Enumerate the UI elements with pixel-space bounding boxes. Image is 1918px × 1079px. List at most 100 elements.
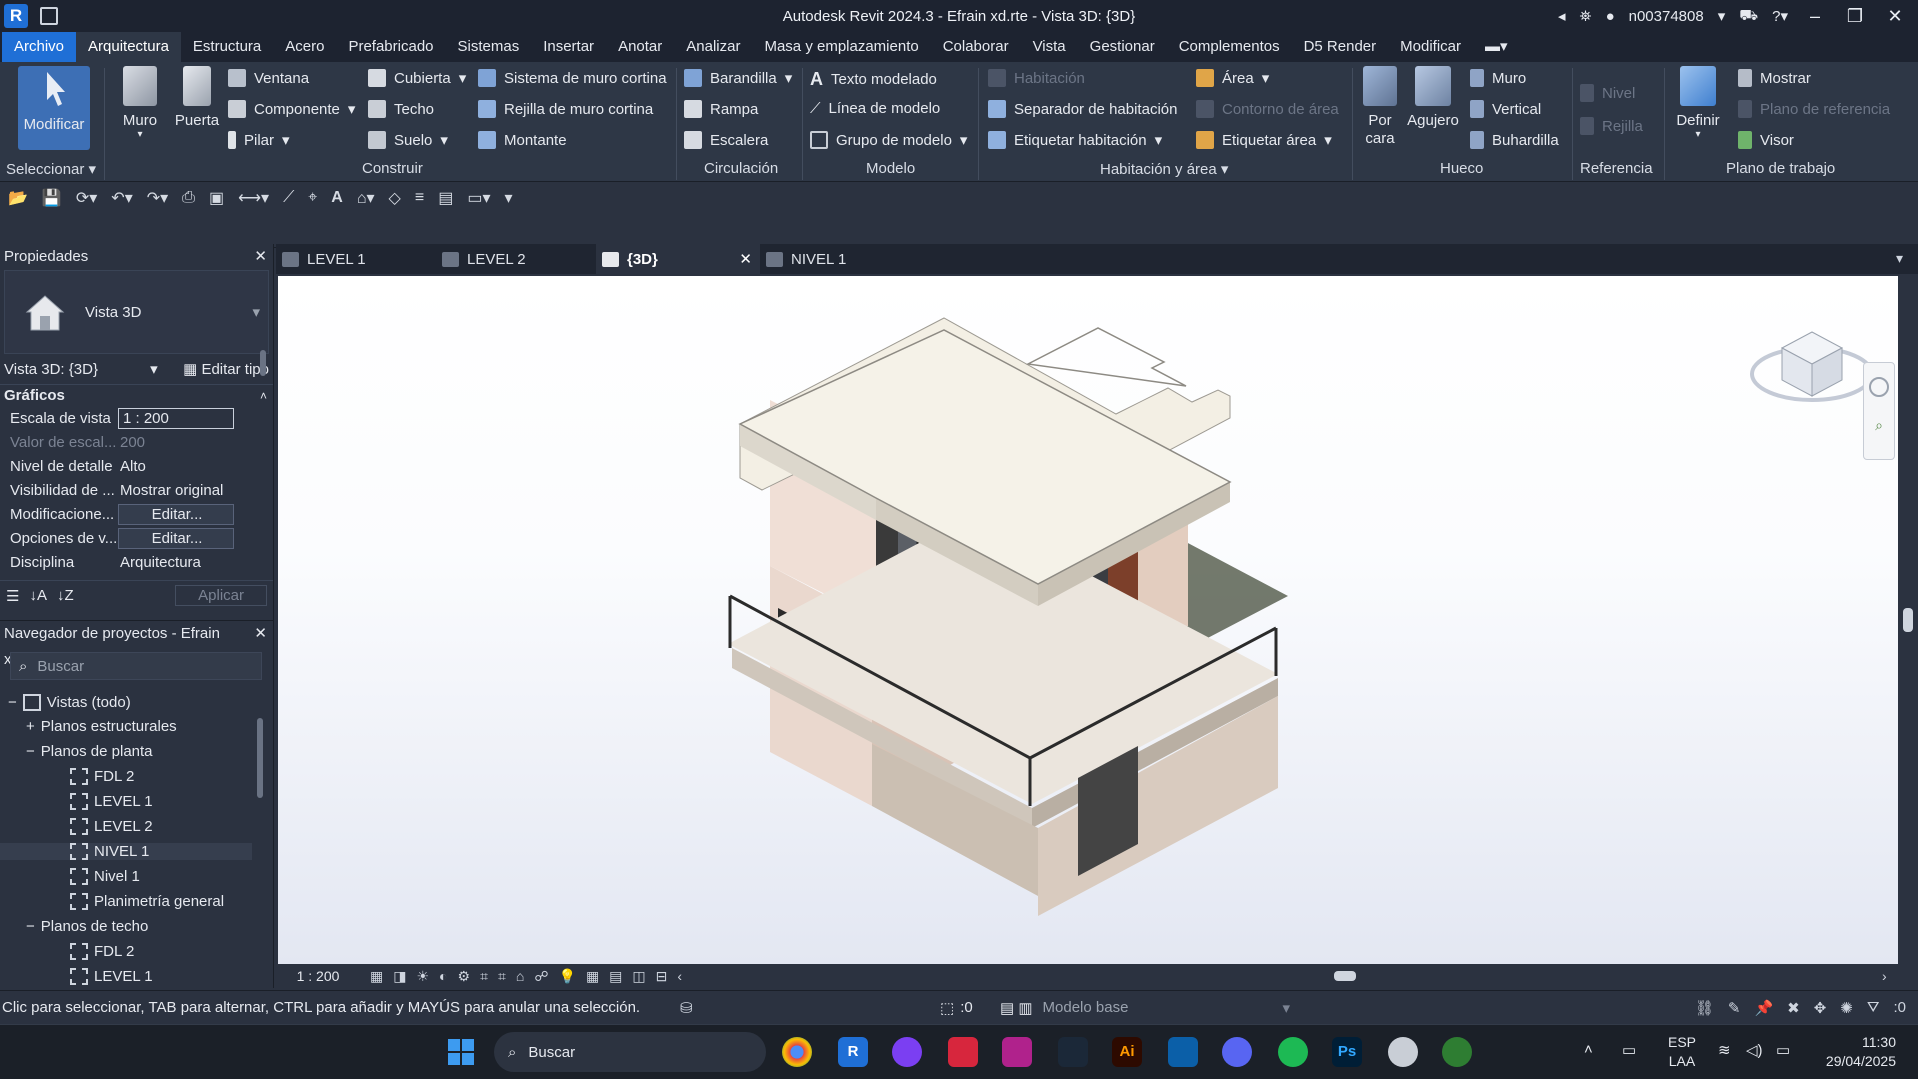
set-workplane-button[interactable]: Definir ▾ (1668, 66, 1728, 140)
visual-style-icon[interactable]: ◨ (393, 968, 406, 985)
tree-item[interactable]: NIVEL 1 (0, 843, 252, 860)
tree-item[interactable]: LEVEL 1 (70, 968, 153, 985)
property-value[interactable]: Editar... (118, 503, 234, 525)
tree-item[interactable]: + Planos estructurales (26, 718, 177, 735)
expand-sign[interactable]: + (26, 718, 35, 735)
door-button[interactable]: Puerta (172, 66, 222, 129)
worksharing-icon[interactable]: ▦ (586, 968, 599, 985)
select-face-icon[interactable]: ✖ (1787, 999, 1800, 1017)
panel-seleccionar[interactable]: Seleccionar ▾ (6, 160, 96, 178)
mullion-button[interactable]: Montante (478, 131, 567, 149)
sort-az-icon[interactable]: ↓A (29, 587, 47, 605)
modify-button[interactable]: Modificar (18, 66, 90, 150)
tree-item[interactable]: Planimetría general (70, 893, 224, 910)
ceiling-button[interactable]: Techo (368, 100, 434, 118)
reveal-hidden-icon[interactable]: 💡 (559, 968, 576, 985)
properties-close-icon[interactable]: ✕ (254, 244, 267, 270)
scroll-right-icon[interactable]: › (1882, 968, 1887, 984)
shadows-icon[interactable]: ◐ (439, 968, 447, 985)
view-tab[interactable]: LEVEL 1 (276, 244, 436, 274)
app-purple-icon[interactable] (892, 1037, 922, 1067)
open-icon[interactable]: 📂 (8, 188, 28, 208)
show-button[interactable]: Mostrar (1738, 69, 1811, 87)
drag-icon[interactable]: ✥ (1814, 999, 1827, 1017)
browser-search[interactable]: ⌕ Buscar (10, 652, 262, 680)
revit-logo[interactable]: R (4, 4, 28, 28)
text-icon[interactable]: A (331, 189, 343, 207)
save-icon[interactable]: 💾 (42, 188, 62, 208)
tree-item[interactable]: − Planos de techo (26, 918, 148, 935)
tree-item[interactable]: LEVEL 2 (70, 818, 153, 835)
scroll-left-icon[interactable]: ‹ (677, 968, 682, 985)
civil3d-icon[interactable] (1002, 1037, 1032, 1067)
clock[interactable]: 11:30 29/04/2025 (1812, 1033, 1896, 1071)
dormer-button[interactable]: Buhardilla (1470, 131, 1559, 149)
by-face-button[interactable]: Por cara (1358, 66, 1402, 148)
crop-region-icon[interactable]: ⌗ (498, 968, 506, 985)
highlight-icon[interactable]: ◫ (632, 968, 645, 985)
autocad-icon[interactable] (948, 1037, 978, 1067)
customize-icon[interactable]: ▾ (504, 188, 512, 208)
sort-icon[interactable]: ☰ (6, 587, 19, 605)
tab-sistemas[interactable]: Sistemas (446, 32, 532, 62)
opening-wall-button[interactable]: Muro (1470, 69, 1526, 87)
design-options[interactable]: ⬚:0 (940, 999, 1000, 1017)
steering-wheel-icon[interactable] (1869, 377, 1889, 397)
property-value[interactable]: Editar... (118, 527, 234, 549)
worksets-icon[interactable]: ⛁ (680, 999, 940, 1017)
room-button[interactable]: Habitación (988, 69, 1085, 87)
language-indicator[interactable]: ESP LAA (1668, 1033, 1696, 1071)
tab-masa[interactable]: Masa y emplazamiento (752, 32, 930, 62)
revit-taskbar-icon[interactable]: R (838, 1037, 868, 1067)
navigation-bar[interactable]: ⌕ (1863, 362, 1895, 460)
filter-icon[interactable]: ⛛ (1867, 999, 1880, 1017)
railing-button[interactable]: Barandilla ▾ (684, 69, 792, 87)
tree-item[interactable]: FDL 2 (70, 768, 134, 785)
camera-icon[interactable]: ▬▾ (1473, 32, 1520, 62)
tag-area-button[interactable]: Etiquetar área ▾ (1196, 131, 1332, 149)
tab-acero[interactable]: Acero (273, 32, 336, 62)
model-text-button[interactable]: A Texto modelado (810, 69, 937, 90)
level-button[interactable]: Nivel (1580, 84, 1635, 102)
tab-gestionar[interactable]: Gestionar (1078, 32, 1167, 62)
tree-root[interactable]: − Vistas (todo) (8, 694, 131, 711)
tab-prefabricado[interactable]: Prefabricado (336, 32, 445, 62)
tab-d5render[interactable]: D5 Render (1292, 32, 1389, 62)
temp-hide-icon[interactable]: ☍ (534, 968, 548, 985)
binoculars-icon[interactable]: ⛯ (1580, 8, 1592, 25)
browser-search-input[interactable]: Buscar (37, 658, 84, 675)
tab-modificar[interactable]: Modificar (1388, 32, 1473, 62)
3d-view-canvas[interactable]: ⌕ (278, 276, 1898, 964)
window-button[interactable]: Ventana (228, 69, 309, 87)
select-underlay-icon[interactable]: ✎ (1728, 999, 1741, 1017)
tag-room-button[interactable]: Etiquetar habitación ▾ (988, 131, 1162, 149)
chrome-icon[interactable] (782, 1037, 812, 1067)
viewcube[interactable] (1748, 312, 1878, 422)
start-icon[interactable] (446, 1037, 476, 1067)
close-tab-icon[interactable]: ✕ (739, 250, 752, 268)
tray-chevron-icon[interactable]: ˄ (1584, 1041, 1593, 1058)
tab-estructura[interactable]: Estructura (181, 32, 273, 62)
constraints-icon[interactable]: ⊟ (656, 968, 668, 985)
spotify-icon[interactable] (1278, 1037, 1308, 1067)
instance-filter[interactable]: Vista 3D: {3D} ▾ (4, 360, 158, 378)
wall-button[interactable]: Muro ▾ (112, 66, 168, 140)
edit-type-button[interactable]: ▦ Editar tipo (183, 360, 269, 378)
stair-button[interactable]: Escalera (684, 131, 768, 149)
property-value[interactable]: 1 : 200 (118, 407, 234, 429)
tag-icon[interactable]: ⌖ (308, 189, 317, 207)
section-graphics[interactable]: Gráficos (4, 385, 65, 406)
tab-analizar[interactable]: Analizar (674, 32, 752, 62)
crop-icon[interactable]: ⌗ (480, 968, 488, 985)
tab-arquitectura[interactable]: Arquitectura (76, 32, 181, 62)
background-process-icon[interactable]: ✺ (1840, 999, 1853, 1017)
curtain-grid-button[interactable]: Rejilla de muro cortina (478, 100, 653, 118)
username[interactable]: n00374808 (1629, 8, 1704, 25)
floor-button[interactable]: Suelo ▾ (368, 131, 448, 149)
steam-icon[interactable] (1058, 1037, 1088, 1067)
view-tab[interactable]: LEVEL 2 (436, 244, 596, 274)
curtain-system-button[interactable]: Sistema de muro cortina (478, 69, 667, 87)
model-group-button[interactable]: Grupo de modelo ▾ (810, 131, 967, 149)
canvas-vertical-scrollbar[interactable] (1898, 276, 1918, 964)
tab-insertar[interactable]: Insertar (531, 32, 606, 62)
